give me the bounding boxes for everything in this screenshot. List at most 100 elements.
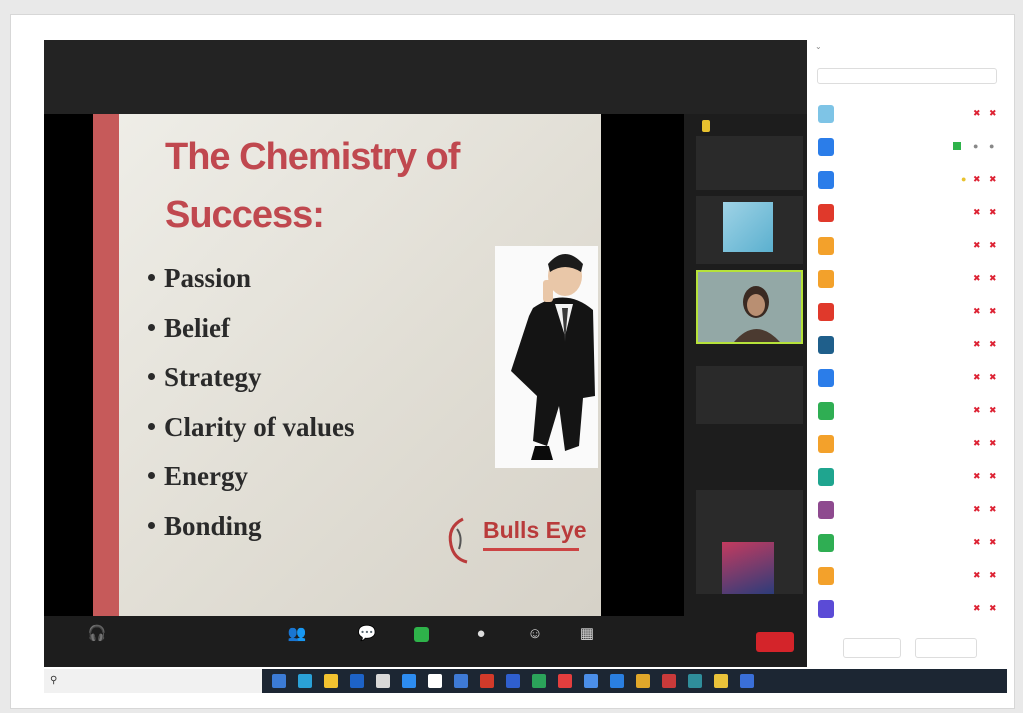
video-off-icon[interactable]: ✖ <box>989 108 999 118</box>
participant-row[interactable]: ● ✖ ✖ <box>815 168 1005 192</box>
participant-row[interactable]: ✖ ✖ <box>815 234 1005 258</box>
mic-muted-icon[interactable]: ✖ <box>973 306 983 316</box>
participant-row[interactable]: ✖ ✖ <box>815 498 1005 522</box>
shared-screen: The Chemistry of Success: Passion Belief… <box>44 114 684 616</box>
search-icon: ⚲ <box>50 675 58 686</box>
mic-muted-icon[interactable]: ✖ <box>973 438 983 448</box>
video-off-icon[interactable]: ✖ <box>989 372 999 382</box>
taskbar-search-input[interactable] <box>44 669 262 693</box>
edge-browser-icon[interactable] <box>298 674 312 688</box>
participant-row[interactable]: ✖ ✖ <box>815 432 1005 456</box>
app-icon[interactable] <box>428 674 442 688</box>
task-view-icon[interactable] <box>272 674 286 688</box>
participant-row[interactable]: ✖ ✖ <box>815 564 1005 588</box>
video-tile[interactable] <box>696 366 803 424</box>
app-icon[interactable] <box>662 674 676 688</box>
avatar <box>818 534 834 552</box>
video-tile[interactable] <box>696 136 803 190</box>
mic-muted-icon[interactable]: ✖ <box>973 471 983 481</box>
video-off-icon[interactable]: ✖ <box>989 603 999 613</box>
mic-muted-icon[interactable]: ✖ <box>973 570 983 580</box>
avatar <box>818 303 834 321</box>
mail-icon[interactable] <box>402 674 416 688</box>
video-off-icon[interactable]: ✖ <box>989 339 999 349</box>
app-icon[interactable] <box>480 674 494 688</box>
participant-row[interactable]: ✖ ✖ <box>815 102 1005 126</box>
video-off-icon[interactable]: ✖ <box>989 273 999 283</box>
slide-bullet: Belief <box>148 304 478 354</box>
participant-search-input[interactable] <box>817 68 997 84</box>
mic-muted-icon[interactable]: ✖ <box>973 537 983 547</box>
app-icon[interactable] <box>740 674 754 688</box>
mic-muted-icon[interactable]: ✖ <box>973 273 983 283</box>
participant-row[interactable]: ✖ ✖ <box>815 267 1005 291</box>
participant-row[interactable]: ✖ ✖ <box>815 366 1005 390</box>
apps-button[interactable]: ▦ <box>562 624 612 644</box>
participant-row[interactable]: ✖ ✖ <box>815 201 1005 225</box>
video-off-icon[interactable]: ✖ <box>989 405 999 415</box>
app-icon[interactable] <box>688 674 702 688</box>
avatar <box>818 501 834 519</box>
participant-row[interactable]: ✖ ✖ <box>815 399 1005 423</box>
app-icon[interactable] <box>506 674 520 688</box>
mic-icon[interactable]: ● <box>973 141 983 151</box>
video-off-icon[interactable]: ✖ <box>989 207 999 217</box>
share-screen-icon <box>396 624 446 644</box>
file-explorer-icon[interactable] <box>324 674 338 688</box>
mic-muted-icon[interactable]: ✖ <box>973 405 983 415</box>
share-screen-button[interactable] <box>396 624 446 644</box>
mute-all-button[interactable] <box>915 638 977 658</box>
participant-row[interactable]: ✖ ✖ <box>815 465 1005 489</box>
chat-button[interactable]: 💬 <box>342 624 392 644</box>
video-off-icon[interactable]: ✖ <box>989 240 999 250</box>
join-audio-button[interactable]: 🎧 <box>72 624 122 644</box>
collapse-panel-icon[interactable]: ⌄ <box>815 42 822 51</box>
mic-muted-icon[interactable]: ✖ <box>973 339 983 349</box>
app-icon[interactable] <box>636 674 650 688</box>
app-icon[interactable] <box>532 674 546 688</box>
record-button[interactable]: ● <box>456 624 506 644</box>
video-off-icon[interactable]: ✖ <box>989 174 999 184</box>
video-off-icon[interactable]: ✖ <box>989 537 999 547</box>
participant-row[interactable]: ✖ ✖ <box>815 597 1005 621</box>
participant-row[interactable]: ● ● <box>815 135 1005 159</box>
video-tile[interactable] <box>696 490 803 594</box>
zoom-app-icon[interactable] <box>610 674 624 688</box>
end-meeting-button[interactable] <box>756 632 794 652</box>
avatar <box>818 600 834 618</box>
app-icon[interactable] <box>584 674 598 688</box>
video-off-icon[interactable]: ✖ <box>989 471 999 481</box>
invite-button[interactable] <box>843 638 901 658</box>
active-speaker-tile[interactable] <box>696 270 803 344</box>
participant-row[interactable]: ✖ ✖ <box>815 531 1005 555</box>
participant-row[interactable]: ✖ ✖ <box>815 300 1005 324</box>
mic-muted-icon[interactable]: ✖ <box>973 240 983 250</box>
word-icon[interactable] <box>350 674 364 688</box>
video-gallery-strip: ⌄ <box>692 114 807 644</box>
mic-muted-icon[interactable]: ✖ <box>973 603 983 613</box>
avatar <box>818 105 834 123</box>
reactions-button[interactable]: ☺ <box>510 624 560 644</box>
app-icon[interactable] <box>454 674 468 688</box>
mic-muted-icon[interactable]: ✖ <box>973 174 983 184</box>
mic-muted-icon[interactable]: ✖ <box>973 504 983 514</box>
mic-muted-icon[interactable]: ✖ <box>973 207 983 217</box>
video-icon[interactable]: ● <box>989 141 999 151</box>
mic-muted-icon[interactable]: ✖ <box>973 108 983 118</box>
store-icon[interactable] <box>376 674 390 688</box>
bullet-dot-icon <box>148 422 155 430</box>
mic-muted-icon[interactable]: ✖ <box>973 372 983 382</box>
video-off-icon[interactable]: ✖ <box>989 504 999 514</box>
video-off-icon[interactable]: ✖ <box>989 306 999 316</box>
video-off-icon[interactable]: ✖ <box>989 570 999 580</box>
slide-bullet: Energy <box>148 452 478 502</box>
slide-title: The Chemistry of Success: <box>165 128 465 244</box>
participant-row[interactable]: ✖ ✖ <box>815 333 1005 357</box>
app-icon[interactable] <box>558 674 572 688</box>
video-off-icon[interactable]: ✖ <box>989 438 999 448</box>
bullet-dot-icon <box>148 274 155 282</box>
participants-button[interactable]: 👥 <box>272 624 322 644</box>
app-icon[interactable] <box>714 674 728 688</box>
participants-icon: 👥 <box>287 625 307 642</box>
video-tile[interactable] <box>696 196 803 264</box>
